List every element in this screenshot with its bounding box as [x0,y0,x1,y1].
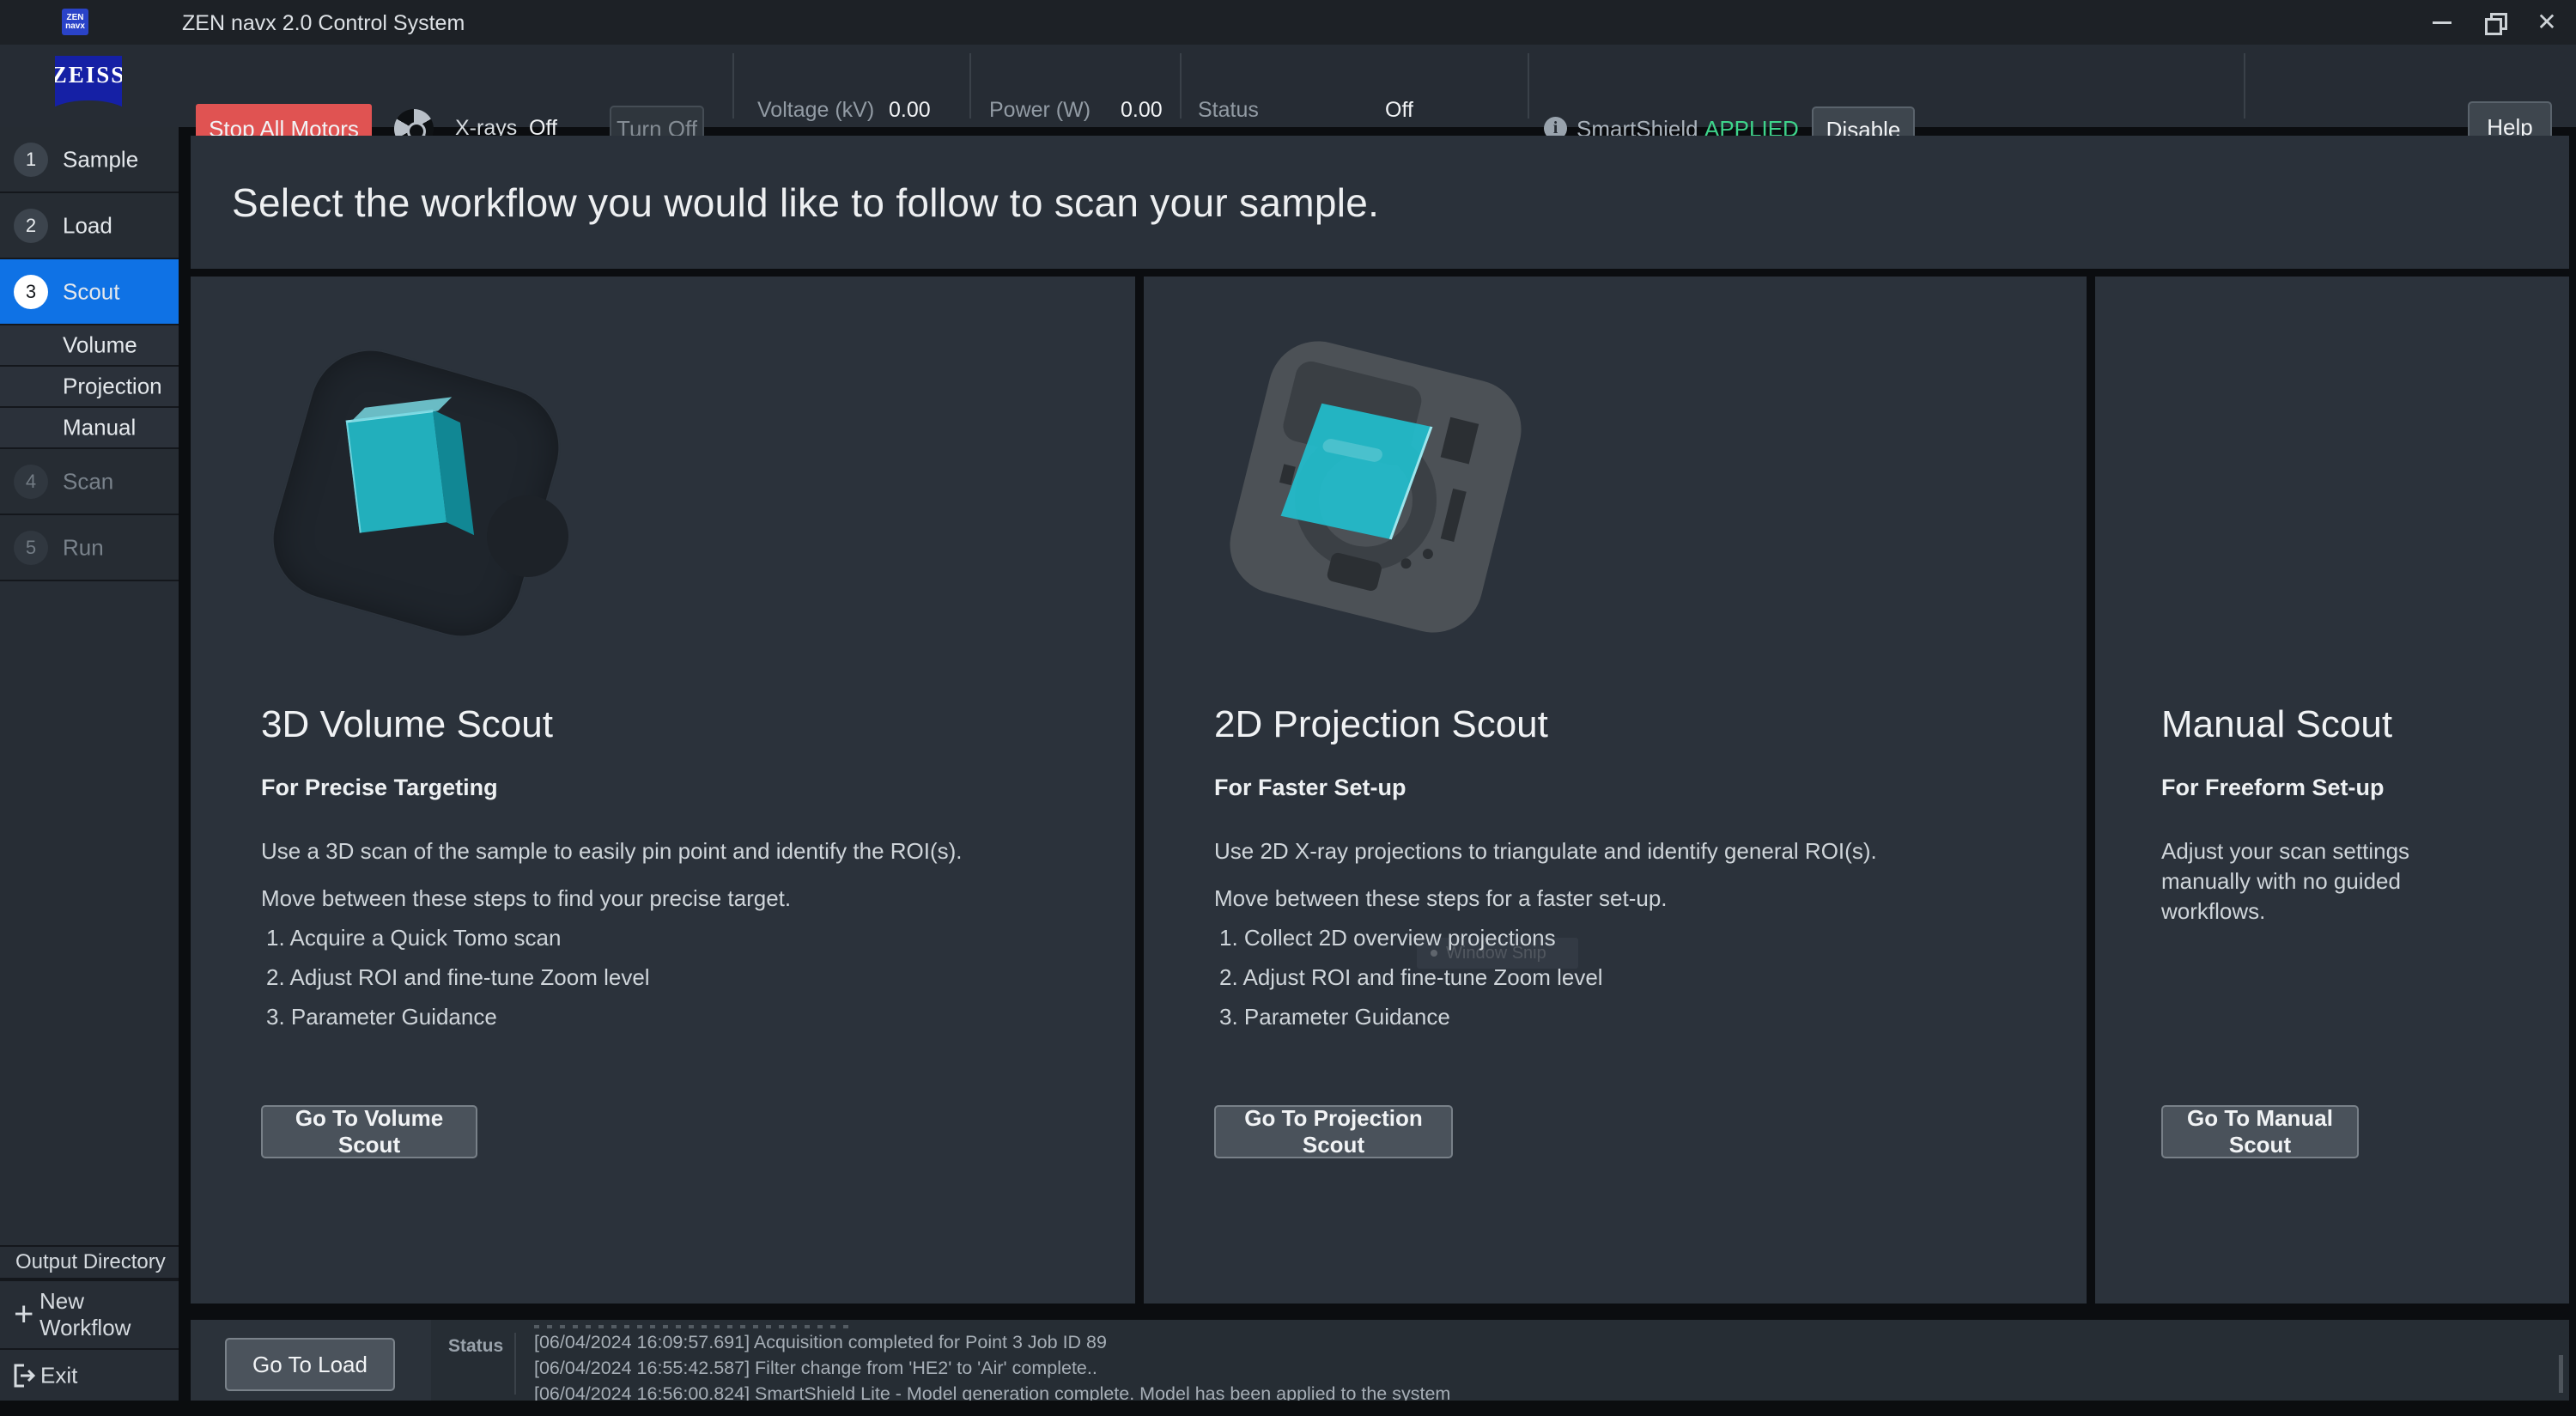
go-to-volume-scout-button[interactable]: Go To Volume Scout [261,1105,477,1158]
manual-scout-card: Manual Scout For Freeform Set-up Adjust … [2095,277,2569,1304]
volume-scout-card: 3D Volume Scout For Precise Targeting Us… [191,277,1135,1304]
card-step-1: 1. Acquire a Quick Tomo scan [266,925,561,951]
exit-icon [12,1363,36,1389]
sidebar-item-label: Projection [63,374,162,400]
ghost-tooltip-label: Window Snip [1446,944,1546,963]
card-subtitle: For Faster Set-up [1214,775,1406,801]
sidebar-item-run: 5 Run [0,515,179,581]
sidebar-item-manual[interactable]: Manual [0,408,179,449]
toolbar-divider [1180,53,1182,119]
sidebar-item-scan: 4 Scan [0,449,179,515]
status-value: Off [1385,98,1413,123]
sidebar-item-label: Sample [63,146,138,173]
card-description: Adjust your scan settings manually with … [2161,836,2409,927]
sidebar-item-label: Manual [63,415,136,441]
card-step-2: 2. Adjust ROI and fine-tune Zoom level [266,964,650,991]
exit-button[interactable]: Exit [0,1348,179,1401]
sidebar-item-label: Run [63,534,104,561]
new-workflow-button[interactable]: + New Workflow [0,1279,179,1348]
minimize-icon [2433,21,2451,24]
step-number-badge: 2 [14,209,48,243]
output-directory-item[interactable]: Output Directory [0,1245,179,1279]
zeiss-logo: ZEISS [55,56,122,112]
workflow-sidebar: 1 Sample 2 Load 3 Scout Volume Projectio… [0,127,179,1401]
sidebar-item-sample[interactable]: 1 Sample [0,127,179,193]
card-step-3: 3. Parameter Guidance [266,1004,497,1030]
card-step-3: 3. Parameter Guidance [1219,1004,1450,1030]
card-title: 2D Projection Scout [1214,703,1548,746]
card-description: Use 2D X-ray projections to triangulate … [1214,836,1877,866]
step-number-badge: 3 [14,275,48,309]
step-number-badge: 1 [14,143,48,177]
window-snip-ghost-tooltip: Window Snip [1417,938,1578,969]
card-steps-intro: Move between these steps to find your pr… [261,885,791,912]
card-subtitle: For Freeform Set-up [2161,775,2385,801]
sidebar-item-label: Volume [63,332,137,359]
card-steps-intro: Move between these steps for a faster se… [1214,885,1668,912]
projection-scout-illustration [1144,277,2087,680]
restore-icon [2483,11,2506,33]
go-to-manual-scout-button[interactable]: Go To Manual Scout [2161,1105,2359,1158]
power-label: Power (W) [989,98,1091,123]
status-log-scrollbar[interactable] [2559,1355,2563,1393]
voltage-value: 0.00 [889,98,931,123]
go-to-load-button[interactable]: Go To Load [225,1338,395,1391]
sidebar-item-load[interactable]: 2 Load [0,193,179,259]
power-value: 0.00 [1121,98,1163,123]
status-log-label: Status [448,1336,503,1357]
toolbar-divider [969,53,971,119]
toolbar-divider [2244,53,2245,119]
output-directory-label: Output Directory [15,1250,166,1274]
toolbar-divider [732,53,734,119]
voltage-label: Voltage (kV) [757,98,874,123]
ghost-dot-icon [1431,950,1437,957]
projection-scout-card: 2D Projection Scout For Faster Set-up Us… [1144,277,2087,1304]
taskbar-edge [0,1401,2576,1416]
close-icon: ✕ [2537,10,2556,34]
zen-navx-app-window: ZEN navx ZEN navx 2.0 Control System ✕ Z… [0,0,2576,1416]
card-subtitle: For Precise Targeting [261,775,498,801]
volume-scout-illustration [191,277,1135,680]
plus-icon: + [14,1296,33,1334]
sidebar-item-label: Scan [63,468,113,495]
card-title: Manual Scout [2161,703,2392,746]
app-icon-line2: navx [65,22,85,31]
sidebar-item-volume[interactable]: Volume [0,325,179,367]
workflow-header: Select the workflow you would like to fo… [191,136,2569,269]
window-title: ZEN navx 2.0 Control System [182,11,465,36]
titlebar: ZEN navx ZEN navx 2.0 Control System ✕ [0,0,2576,45]
roi-3d-box-graphic [345,398,489,537]
restore-button[interactable] [2470,0,2518,45]
status-log-clipped-line [534,1325,850,1328]
status-log-line: [06/04/2024 16:55:42.587] Filter change … [534,1358,1097,1379]
card-title: 3D Volume Scout [261,703,553,746]
minimize-button[interactable] [2418,0,2466,45]
sidebar-item-label: Load [63,212,112,239]
toolbar-divider [1528,53,1529,119]
sidebar-item-projection[interactable]: Projection [0,367,179,408]
close-button[interactable]: ✕ [2523,0,2571,45]
go-to-projection-scout-button[interactable]: Go To Projection Scout [1214,1105,1453,1158]
sample-device-graphic [487,495,568,577]
app-icon-line1: ZEN [67,14,84,22]
card-description: Use a 3D scan of the sample to easily pi… [261,836,963,866]
toolbar: ZEISS Stop All Motors X-rays Off Turn Of… [0,45,2576,127]
step-number-badge: 5 [14,531,48,565]
zeiss-logo-text: ZEISS [55,62,122,112]
sidebar-item-scout[interactable]: 3 Scout [0,259,179,325]
app-icon: ZEN navx [62,9,88,35]
step-number-badge: 4 [14,465,48,499]
status-divider [514,1333,516,1395]
status-log-line: [06/04/2024 16:09:57.691] Acquisition co… [534,1332,1107,1353]
status-label: Status [1198,98,1259,123]
page-title: Select the workflow you would like to fo… [232,179,1379,226]
exit-label: Exit [40,1362,77,1389]
sidebar-item-label: Scout [63,278,120,305]
new-workflow-label: New Workflow [39,1288,179,1341]
